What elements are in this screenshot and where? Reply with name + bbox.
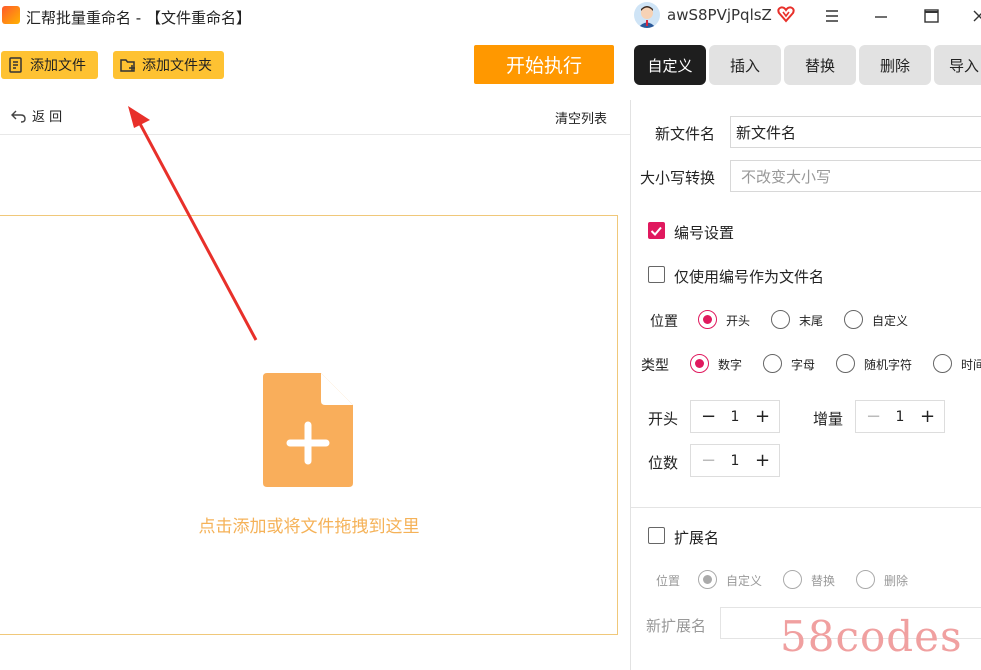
type-label: 类型	[641, 358, 669, 374]
extension-label: 扩展名	[674, 529, 720, 547]
type-random-radio[interactable]	[836, 354, 855, 373]
increment-button[interactable]: +	[920, 406, 935, 427]
start-number-value: 1	[730, 408, 740, 425]
numbering-checkbox[interactable]	[648, 222, 665, 239]
decrement-button[interactable]: −	[701, 406, 716, 427]
type-time-radio[interactable]	[933, 354, 952, 373]
watermark: 58codes	[780, 612, 963, 661]
add-folder-button[interactable]: 添加文件夹	[113, 51, 224, 79]
back-button[interactable]: 返 回	[10, 106, 62, 125]
section-divider	[631, 507, 981, 508]
type-number-radio[interactable]	[690, 354, 709, 373]
position-custom-radio[interactable]	[844, 310, 863, 329]
extension-custom-label: 自定义	[726, 574, 763, 588]
case-select[interactable]: 不改变大小写	[730, 160, 981, 192]
type-letter-label: 字母	[791, 358, 816, 372]
digits-stepper[interactable]: − 1 +	[690, 444, 780, 477]
extension-replace-radio[interactable]	[783, 570, 802, 589]
add-file-icon	[9, 57, 22, 73]
new-name-input[interactable]: 新文件名	[730, 116, 981, 148]
app-logo-icon	[2, 6, 20, 24]
new-name-label: 新文件名	[655, 125, 716, 143]
add-file-label: 添加文件	[30, 58, 86, 74]
tab-import[interactable]: 导入	[934, 45, 981, 85]
add-folder-label: 添加文件夹	[142, 58, 212, 74]
extension-delete-label: 删除	[884, 574, 909, 588]
avatar-icon	[638, 6, 656, 28]
type-time-label: 时间	[961, 358, 981, 372]
type-letter-radio[interactable]	[763, 354, 782, 373]
decrement-button[interactable]: −	[701, 450, 716, 471]
only-number-checkbox[interactable]	[648, 266, 665, 283]
extension-replace-label: 替换	[811, 574, 836, 588]
increment-label: 增量	[813, 410, 844, 428]
tab-delete[interactable]: 删除	[859, 45, 931, 85]
position-start-radio[interactable]	[698, 310, 717, 329]
avatar[interactable]	[634, 2, 660, 28]
type-random-label: 随机字符	[864, 358, 913, 372]
back-label: 返 回	[32, 110, 63, 125]
drop-hint: 点击添加或将文件拖拽到这里	[198, 517, 420, 537]
start-number-stepper[interactable]: − 1 +	[690, 400, 780, 433]
position-end-label: 末尾	[799, 314, 824, 328]
tab-insert[interactable]: 插入	[709, 45, 781, 85]
back-arrow-icon	[11, 110, 26, 123]
position-start-label: 开头	[726, 314, 751, 328]
position-end-radio[interactable]	[771, 310, 790, 329]
new-extension-label: 新扩展名	[646, 617, 707, 635]
add-file-button[interactable]: 添加文件	[1, 51, 98, 79]
menu-icon[interactable]	[819, 4, 845, 28]
start-button[interactable]: 开始执行	[474, 45, 614, 84]
tab-replace[interactable]: 替换	[784, 45, 856, 85]
check-icon	[650, 226, 662, 236]
position-custom-label: 自定义	[872, 314, 909, 328]
maximize-icon[interactable]	[918, 4, 944, 28]
only-number-label: 仅使用编号作为文件名	[674, 268, 825, 286]
numbering-label: 编号设置	[674, 224, 735, 242]
increment-button[interactable]: +	[755, 450, 770, 471]
add-folder-icon	[120, 59, 135, 72]
type-number-label: 数字	[718, 358, 743, 372]
clear-list-button[interactable]: 清空列表	[555, 108, 607, 127]
vip-heart-icon[interactable]	[776, 4, 796, 24]
digits-value: 1	[730, 452, 740, 469]
close-icon[interactable]	[965, 4, 981, 28]
start-number-label: 开头	[648, 410, 679, 428]
digits-label: 位数	[648, 454, 679, 472]
annotation-arrow-icon	[128, 106, 258, 341]
divider	[0, 134, 630, 135]
decrement-button[interactable]: −	[866, 406, 881, 427]
title-bar: 汇帮批量重命名 - 【文件重命名】 awS8PVjPqlsZ	[0, 0, 981, 36]
extension-position-label: 位置	[656, 574, 681, 588]
minimize-icon[interactable]	[868, 4, 894, 28]
extension-delete-radio[interactable]	[856, 570, 875, 589]
extension-checkbox[interactable]	[648, 527, 665, 544]
case-label: 大小写转换	[640, 169, 716, 187]
add-file-large-icon	[263, 373, 353, 487]
username[interactable]: awS8PVjPqlsZ	[667, 6, 772, 24]
increment-button[interactable]: +	[755, 406, 770, 427]
increment-stepper[interactable]: − 1 +	[855, 400, 945, 433]
extension-custom-radio[interactable]	[698, 570, 717, 589]
window-title: 汇帮批量重命名 - 【文件重命名】	[26, 9, 251, 27]
position-label: 位置	[650, 314, 678, 330]
tab-custom[interactable]: 自定义	[634, 45, 706, 85]
increment-value: 1	[895, 408, 905, 425]
